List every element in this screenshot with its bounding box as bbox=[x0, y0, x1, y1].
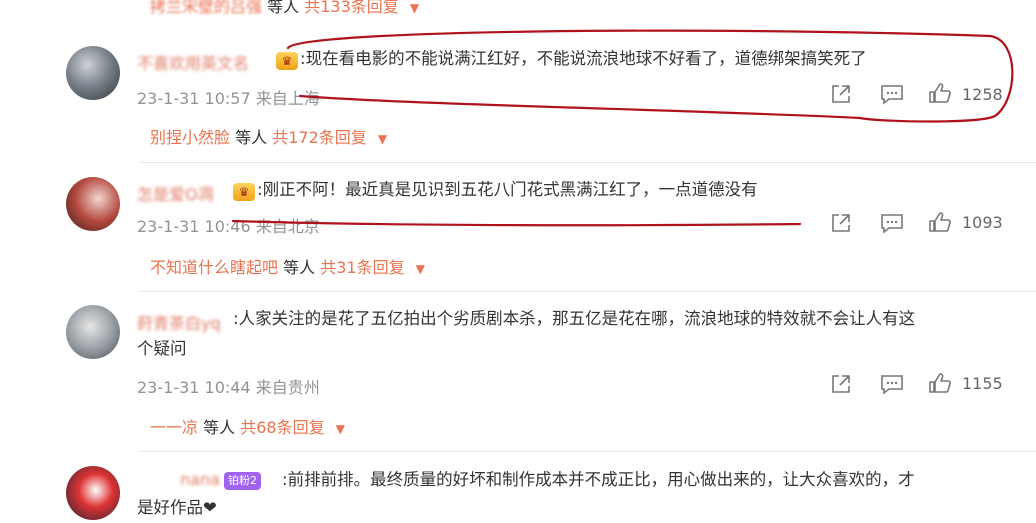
reply-summary[interactable]: 一一凉 等人 共68条回复 ▼ bbox=[150, 414, 345, 438]
comment-icon[interactable] bbox=[880, 83, 904, 105]
fan-badge: 铂粉2 bbox=[224, 472, 261, 490]
avatar[interactable] bbox=[66, 46, 120, 100]
comment-icon[interactable] bbox=[880, 212, 904, 234]
avatar[interactable] bbox=[66, 305, 120, 359]
reply-others: 等人 bbox=[283, 258, 316, 277]
share-icon[interactable] bbox=[830, 212, 852, 234]
reply-user[interactable]: 别捏小然脸 bbox=[150, 128, 230, 147]
divider bbox=[140, 162, 1036, 163]
like-count: 1155 bbox=[962, 374, 1003, 393]
reply-summary[interactable]: 别捏小然脸 等人 共172条回复 ▼ bbox=[150, 124, 387, 148]
reply-user[interactable]: 不知道什么瞎起吧 bbox=[150, 258, 278, 277]
like-icon[interactable] bbox=[928, 372, 952, 394]
comment-text: :刚正不阿！最近真是见识到五花八门花式黑满江红了，一点道德没有 bbox=[257, 180, 758, 199]
reply-count[interactable]: 共31条回复 bbox=[320, 258, 404, 277]
reply-summary[interactable]: 不知道什么瞎起吧 等人 共31条回复 ▼ bbox=[150, 254, 425, 278]
reply-others: 等人 bbox=[203, 418, 236, 437]
reply-user[interactable]: 一一凉 bbox=[150, 418, 198, 437]
like-icon[interactable] bbox=[928, 82, 952, 104]
reply-others: 等人 bbox=[235, 128, 268, 147]
share-icon[interactable] bbox=[830, 83, 852, 105]
share-icon[interactable] bbox=[830, 373, 852, 395]
divider bbox=[140, 451, 1036, 452]
comment-icon[interactable] bbox=[880, 373, 904, 395]
avatar[interactable] bbox=[66, 466, 120, 520]
avatar[interactable] bbox=[66, 177, 120, 231]
reply-summary[interactable]: 拷兰宋壁的吕强 等人 共133条回复 ▼ bbox=[150, 0, 419, 17]
comment-username[interactable]: 怎是爱O凋 bbox=[137, 181, 214, 205]
reply-count[interactable]: 共133条回复 bbox=[304, 0, 399, 16]
comment-body: 前排前排。最终质量的好坏和制作成本并不成正比，用心做出来的，让大众喜欢的，才 bbox=[287, 470, 915, 489]
comment-meta: 23-1-31 10:46 来自北京 bbox=[137, 217, 320, 236]
reply-others: 等人 bbox=[267, 0, 300, 16]
comment-text: :人家关注的是花了五亿拍出个劣质剧本杀，那五亿是花在哪，流浪地球的特效就不会让人… bbox=[233, 309, 916, 328]
chevron-down-icon[interactable]: ▼ bbox=[410, 1, 419, 15]
comment-username[interactable]: nana bbox=[180, 470, 220, 489]
like-count: 1258 bbox=[962, 85, 1003, 104]
comment-body: 人家关注的是花了五亿拍出个劣质剧本杀，那五亿是花在哪，流浪地球的特效就不会让人有… bbox=[238, 309, 916, 328]
comment-meta: 23-1-31 10:44 来自贵州 bbox=[137, 378, 320, 397]
chevron-down-icon[interactable]: ▼ bbox=[336, 422, 345, 436]
reply-user[interactable]: 拷兰宋壁的吕强 bbox=[150, 0, 262, 16]
reply-count[interactable]: 共68条回复 bbox=[240, 418, 324, 437]
comment-text: :现在看电影的不能说满江红好，不能说流浪地球不好看了，道德绑架搞笑死了 bbox=[300, 49, 867, 68]
comment-username[interactable]: 莳青茶白yq bbox=[137, 310, 221, 334]
comment-text: :前排前排。最终质量的好坏和制作成本并不成正比，用心做出来的，让大众喜欢的，才 bbox=[282, 470, 915, 489]
vip-crown-icon: ♛ bbox=[233, 183, 255, 201]
comment-text-continued: 是好作品❤ bbox=[137, 498, 217, 517]
like-icon[interactable] bbox=[928, 211, 952, 233]
comment-body: 现在看电影的不能说满江红好，不能说流浪地球不好看了，道德绑架搞笑死了 bbox=[305, 49, 867, 68]
reply-count[interactable]: 共172条回复 bbox=[272, 128, 367, 147]
comment-meta: 23-1-31 10:57 来自上海 bbox=[137, 89, 320, 108]
chevron-down-icon[interactable]: ▼ bbox=[378, 132, 387, 146]
comment-body: 刚正不阿！最近真是见识到五花八门花式黑满江红了，一点道德没有 bbox=[262, 180, 758, 199]
divider bbox=[140, 291, 1036, 292]
comment-text-continued: 个疑问 bbox=[137, 339, 187, 358]
comment-username[interactable]: 不喜欢用英文名 bbox=[137, 50, 249, 74]
vip-crown-icon: ♛ bbox=[276, 52, 298, 70]
chevron-down-icon[interactable]: ▼ bbox=[416, 262, 425, 276]
like-count: 1093 bbox=[962, 213, 1003, 232]
